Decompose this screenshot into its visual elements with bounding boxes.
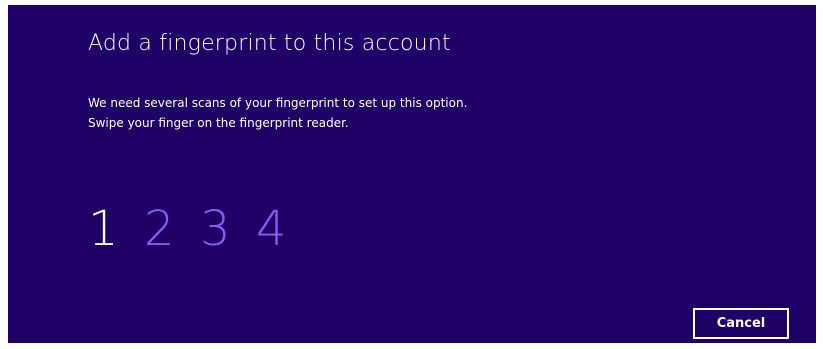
fingerprint-dialog: Add a fingerprint to this account We nee… (8, 5, 816, 343)
cancel-button[interactable]: Cancel (693, 308, 789, 339)
dialog-title: Add a fingerprint to this account (88, 31, 451, 56)
scan-progress-steps: 1 2 3 4 (88, 201, 290, 257)
scan-step-3: 3 (200, 201, 231, 257)
description-line-2: Swipe your finger on the fingerprint rea… (88, 116, 349, 130)
scan-step-2: 2 (144, 201, 175, 257)
dialog-description: We need several scans of your fingerprin… (88, 93, 467, 133)
scan-step-4: 4 (256, 201, 287, 257)
description-line-1: We need several scans of your fingerprin… (88, 96, 468, 110)
scan-step-1: 1 (88, 201, 119, 257)
